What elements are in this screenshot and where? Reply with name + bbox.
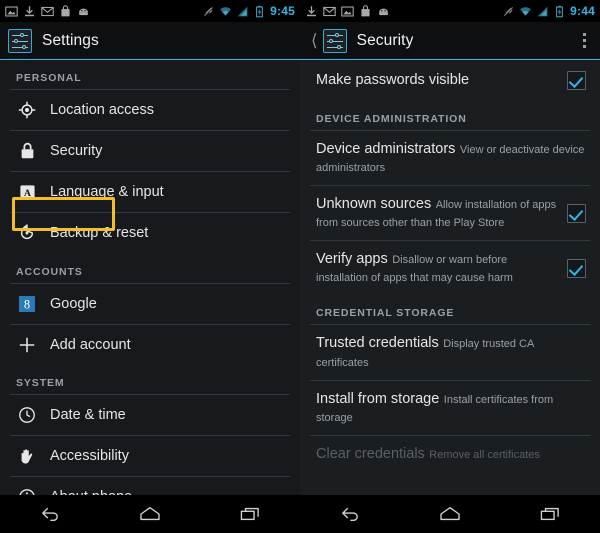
recents-icon[interactable] — [227, 499, 273, 529]
status-bar-right: 9:44 — [300, 0, 600, 22]
sidebar-item-label: Security — [50, 143, 103, 160]
sidebar-item-add-account[interactable]: Add account — [0, 325, 300, 365]
setting-title: Unknown sources — [316, 196, 432, 213]
lock-icon — [16, 142, 38, 160]
section-header-accounts: ACCOUNTS — [16, 265, 83, 278]
sidebar-item-label: Date & time — [50, 406, 126, 423]
recents-icon[interactable] — [527, 499, 573, 529]
settings-sliders-icon — [322, 28, 347, 53]
status-time: 9:45 — [270, 4, 295, 18]
setting-row-verify-apps[interactable]: Verify apps Disallow or warn before inst… — [300, 241, 600, 295]
clock-icon — [16, 406, 38, 424]
action-bar-settings: Settings — [0, 22, 300, 60]
settings-sliders-icon — [8, 28, 32, 53]
sidebar-item-google[interactable]: 8 Google — [0, 284, 300, 324]
sidebar-item-backup-reset[interactable]: Backup & reset — [0, 213, 300, 253]
wifi-icon — [220, 6, 231, 16]
action-bar-security: ⟨ Security — [300, 22, 600, 60]
play-store-icon — [361, 4, 370, 16]
sidebar-item-language-input[interactable]: A Language & input — [0, 172, 300, 212]
back-chevron-icon[interactable]: ⟨ — [308, 32, 321, 49]
keyboard-a-icon: A — [16, 184, 38, 201]
status-notification-icons — [305, 4, 390, 18]
navigation-bar-left[interactable] — [0, 495, 300, 533]
sidebar-item-location-access[interactable]: Location access — [0, 90, 300, 130]
setting-subtitle: Remove all certificates — [429, 448, 540, 461]
sidebar-item-label: Add account — [50, 336, 131, 353]
vibrate-off-icon — [504, 6, 514, 16]
android-icon — [379, 8, 388, 15]
signal-icon — [237, 6, 248, 16]
section-header-personal: PERSONAL — [16, 72, 82, 84]
navigation-bar-right[interactable] — [300, 495, 600, 533]
security-panel: 9:44 ⟨ Security Make passwords visible D… — [300, 0, 600, 533]
status-time: 9:44 — [570, 4, 595, 18]
setting-row-device-administrators[interactable]: Device administrators View or deactivate… — [300, 131, 600, 185]
status-system-icons: 9:45 — [202, 4, 295, 18]
screenshot-icon — [5, 6, 18, 16]
settings-list[interactable]: PERSONAL Location access Security A Lang… — [0, 60, 300, 495]
sidebar-item-about-phone[interactable]: About phone — [0, 477, 300, 495]
download-icon — [25, 5, 34, 16]
setting-title: Device administrators — [316, 141, 456, 157]
wifi-icon — [520, 6, 531, 16]
checkbox-make-passwords-visible[interactable] — [567, 71, 586, 90]
setting-row-install-from-storage[interactable]: Install from storage Install certificate… — [300, 381, 600, 435]
section-header-credential-storage: CREDENTIAL STORAGE — [316, 307, 455, 320]
sidebar-item-accessibility[interactable]: Accessibility — [0, 436, 300, 476]
settings-panel: 9:45 Settings PERSONAL Location access S… — [0, 0, 300, 533]
dual-screenshot: 9:45 Settings PERSONAL Location access S… — [0, 0, 600, 533]
download-icon — [307, 5, 316, 16]
status-bar-left: 9:45 — [0, 0, 300, 22]
setting-row-trusted-credentials[interactable]: Trusted credentials Display trusted CA c… — [300, 325, 600, 379]
section-header-device-administration: DEVICE ADMINISTRATION — [316, 113, 467, 125]
section-header-system: SYSTEM — [16, 376, 65, 389]
setting-title: Trusted credentials — [316, 335, 439, 352]
svg-text:A: A — [23, 188, 31, 199]
gmail-icon — [323, 6, 336, 16]
backup-restore-icon — [16, 224, 38, 242]
status-system-icons: 9:44 — [502, 4, 595, 18]
setting-title: Install from storage — [316, 390, 440, 407]
sidebar-item-label: Accessibility — [50, 447, 129, 464]
home-icon[interactable] — [427, 499, 473, 529]
plus-icon — [16, 336, 38, 354]
security-list[interactable]: Make passwords visible DEVICE ADMINISTRA… — [300, 60, 600, 495]
vibrate-off-icon — [204, 6, 214, 16]
setting-row-unknown-sources[interactable]: Unknown sources Allow installation of ap… — [300, 186, 600, 240]
sidebar-item-label: Google — [50, 295, 97, 312]
battery-charging-icon — [256, 5, 264, 17]
signal-icon — [537, 6, 548, 16]
sidebar-item-label: Location access — [50, 102, 154, 118]
battery-charging-icon — [556, 5, 564, 17]
setting-title: Verify apps — [316, 251, 388, 268]
sidebar-item-label: About phone — [50, 488, 132, 495]
overflow-menu-icon[interactable] — [577, 29, 593, 53]
sidebar-item-security[interactable]: Security — [0, 131, 300, 171]
setting-row-clear-credentials: Clear credentials Remove all certificate… — [300, 436, 600, 472]
sidebar-item-label: Backup & reset — [50, 225, 149, 242]
setting-title: Clear credentials — [316, 445, 425, 462]
setting-title: Make passwords visible — [316, 72, 470, 89]
android-icon — [79, 8, 88, 15]
screenshot-icon — [341, 6, 354, 16]
checkbox-verify-apps[interactable] — [567, 258, 586, 278]
back-icon[interactable] — [27, 499, 73, 529]
location-crosshair-icon — [16, 101, 38, 119]
google-account-icon: 8 — [16, 295, 38, 313]
page-title: Settings — [42, 31, 99, 49]
sidebar-item-label: Language & input — [50, 184, 164, 201]
sidebar-item-date-time[interactable]: Date & time — [0, 395, 300, 435]
back-icon[interactable] — [327, 499, 373, 529]
status-notification-icons — [5, 4, 90, 18]
hand-icon — [16, 447, 38, 465]
home-icon[interactable] — [127, 499, 173, 529]
setting-row-make-passwords-visible[interactable]: Make passwords visible — [300, 60, 600, 101]
page-title: Security — [356, 31, 414, 49]
gmail-icon — [41, 6, 54, 16]
checkbox-unknown-sources[interactable] — [567, 203, 586, 223]
info-icon — [16, 488, 38, 495]
play-store-icon — [61, 4, 70, 16]
svg-text:8: 8 — [24, 297, 30, 311]
